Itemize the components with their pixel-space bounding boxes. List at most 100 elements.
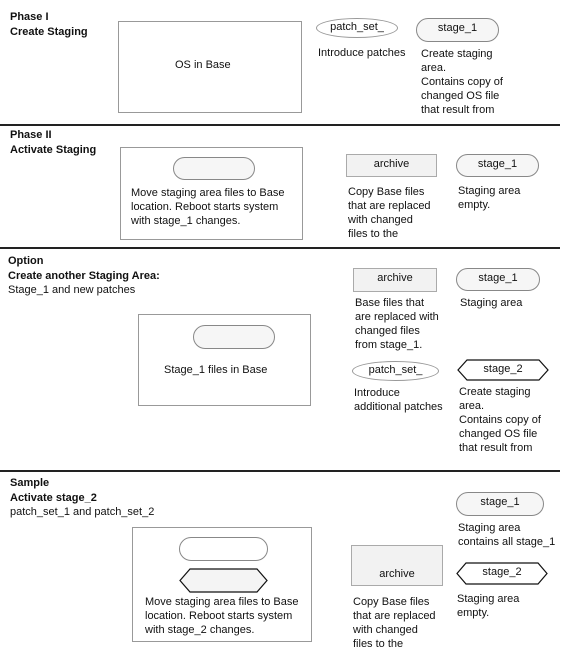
- base-box: Move staging area files to Base location…: [132, 527, 312, 642]
- stage1-label: stage_1: [437, 22, 478, 34]
- stage1-pill: stage_1: [416, 18, 499, 42]
- desc-line: Staging area: [460, 297, 523, 309]
- desc-line: changed OS file: [459, 428, 538, 440]
- archive-box: archive: [346, 154, 437, 177]
- staging-pill-empty: [193, 325, 275, 349]
- desc-line: Create staging: [421, 48, 493, 60]
- desc-line: Introduce: [354, 387, 400, 399]
- desc-line: Staging area: [457, 593, 520, 605]
- section-heading: Option Create another Staging Area:: [8, 254, 160, 284]
- desc-line: additional patches: [354, 401, 443, 413]
- section-subtitle: patch_set_1 and patch_set_2: [10, 506, 155, 518]
- patch-set-desc: Introduce additional patches: [354, 386, 443, 414]
- staging-pill-empty: [173, 157, 255, 180]
- stage1-pill: stage_1: [456, 492, 544, 516]
- desc-line: that result from: [459, 442, 533, 454]
- heading-line: Phase I: [10, 11, 49, 23]
- desc-line: with changed: [348, 214, 413, 226]
- heading-line: Activate Staging: [10, 144, 97, 156]
- desc-line: Staging area: [458, 185, 521, 197]
- stage1-label: stage_1: [480, 496, 520, 508]
- desc-line: contains all stage_1: [458, 536, 556, 548]
- archive-label: archive: [373, 158, 410, 170]
- heading-line: Create another Staging Area:: [8, 270, 160, 282]
- desc-line: files to the: [353, 638, 404, 650]
- archive-desc: Base files that are replaced with change…: [355, 296, 439, 352]
- base-box: Move staging area files to Base location…: [120, 147, 303, 240]
- patch-set-label: patch_set_: [330, 21, 384, 33]
- stage2-label: stage_2: [483, 363, 523, 375]
- stage2-hexagon-empty: [179, 568, 268, 593]
- stage1-desc: Staging area empty.: [458, 184, 520, 212]
- desc-line: with stage_1 changes.: [131, 215, 241, 227]
- archive-box: archive: [351, 545, 443, 586]
- desc-line: Contains copy of: [459, 414, 541, 426]
- patch-set-desc: Introduce patches: [318, 46, 405, 60]
- desc-line: with changed: [353, 624, 418, 636]
- section-divider: [0, 247, 560, 249]
- base-box: OS in Base: [118, 21, 302, 113]
- heading-line: Sample: [10, 477, 50, 489]
- desc-line: files to the: [348, 228, 399, 240]
- archive-label: archive: [377, 272, 413, 284]
- archive-box: archive: [353, 268, 437, 292]
- heading-line: Create Staging: [10, 26, 88, 38]
- base-box: Stage_1 files in Base: [138, 314, 311, 406]
- desc-line: Base files that: [355, 297, 425, 309]
- desc-line: Staging area: [458, 522, 521, 534]
- section-heading: Phase I Create Staging: [10, 10, 88, 40]
- heading-line: Phase II: [10, 129, 52, 141]
- stage2-hexagon: stage_2: [457, 359, 549, 381]
- staging-pill-empty: [179, 537, 268, 561]
- base-box-desc: Move staging area files to Base location…: [145, 595, 298, 637]
- section-heading: Phase II Activate Staging: [10, 128, 96, 158]
- desc-line: changed OS file: [421, 90, 500, 102]
- patch-set-ellipse: patch_set_: [316, 18, 398, 38]
- desc-line: that are replaced: [353, 610, 436, 622]
- section-heading: Sample Activate stage_2: [10, 476, 97, 506]
- stage1-desc: Staging area contains all stage_1: [458, 521, 555, 549]
- stage1-pill: stage_1: [456, 268, 540, 291]
- desc-line: Copy Base files: [353, 596, 430, 608]
- desc-line: that result from: [421, 104, 495, 116]
- desc-line: that are replaced: [348, 200, 431, 212]
- archive-desc: Copy Base files that are replaced with c…: [353, 595, 436, 651]
- base-box-label: Stage_1 files in Base: [164, 364, 268, 376]
- base-box-label: OS in Base: [175, 59, 231, 71]
- desc-line: Copy Base files: [348, 186, 425, 198]
- section-divider: [0, 124, 560, 126]
- desc-line: empty.: [458, 199, 491, 211]
- stage2-desc: Staging area empty.: [457, 592, 519, 620]
- desc-line: Contains copy of: [421, 76, 503, 88]
- patch-set-label: patch_set_: [368, 364, 423, 376]
- stage1-label: stage_1: [478, 272, 518, 284]
- base-box-desc: Move staging area files to Base location…: [131, 186, 284, 228]
- desc-line: from stage_1.: [355, 339, 423, 351]
- desc-line: changed files: [355, 325, 420, 337]
- desc-line: Introduce patches: [318, 47, 406, 59]
- patch-set-ellipse: patch_set_: [352, 361, 439, 381]
- stage1-desc: Staging area: [460, 296, 522, 310]
- archive-label: archive: [379, 568, 415, 580]
- stage1-desc: Create staging area. Contains copy of ch…: [421, 47, 503, 117]
- desc-line: with stage_2 changes.: [145, 624, 255, 636]
- stage2-hexagon: stage_2: [456, 562, 548, 585]
- heading-line: Activate stage_2: [10, 492, 97, 504]
- desc-line: area.: [459, 400, 485, 412]
- archive-desc: Copy Base files that are replaced with c…: [348, 185, 431, 241]
- desc-line: area.: [421, 62, 447, 74]
- stage1-pill: stage_1: [456, 154, 539, 177]
- desc-line: empty.: [457, 607, 490, 619]
- hexagon-shape: [179, 568, 268, 593]
- desc-line: are replaced with: [355, 311, 439, 323]
- desc-line: location. Reboot starts system: [145, 610, 293, 622]
- desc-line: Move staging area files to Base: [145, 596, 299, 608]
- section-subtitle: Stage_1 and new patches: [8, 284, 136, 296]
- stage2-label: stage_2: [482, 566, 522, 578]
- desc-line: location. Reboot starts system: [131, 201, 279, 213]
- stage1-label: stage_1: [477, 158, 518, 170]
- desc-line: Move staging area files to Base: [131, 187, 285, 199]
- heading-line: Option: [8, 255, 44, 267]
- stage2-desc: Create staging area. Contains copy of ch…: [459, 385, 541, 455]
- desc-line: Create staging: [459, 386, 531, 398]
